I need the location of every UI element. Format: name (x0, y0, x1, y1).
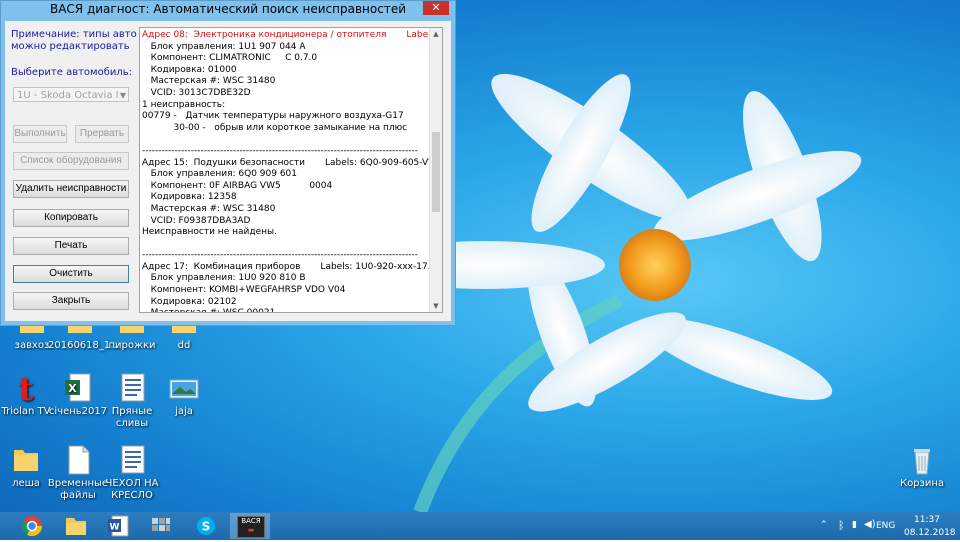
folder-icon (10, 444, 42, 476)
taskbar-app-grid[interactable] (140, 513, 180, 539)
log-line: Кодировка: 02102 (142, 296, 237, 307)
car-select-value: 1U - Skoda Octavia I (17, 90, 119, 101)
file-explorer-icon (66, 518, 86, 535)
desktop-icon-chehol[interactable]: ЧЕХОЛ НА КРЕСЛО (100, 444, 164, 502)
triolan-icon: t (10, 370, 42, 408)
svg-text:X: X (68, 382, 77, 395)
log-line: Кодировка: 12358 (142, 192, 237, 203)
taskbar-skype[interactable]: S (186, 513, 226, 539)
note-line-1: Примечание: типы авто (11, 29, 137, 40)
log-scrollbar[interactable]: ▲ ▼ (429, 28, 442, 312)
window-titlebar[interactable]: ВАСЯ диагност: Автоматический поиск неис… (1, 1, 455, 19)
stop-button[interactable]: Прервать (75, 125, 129, 143)
taskbar-vasya[interactable]: ВАСЯ ▬ (230, 513, 270, 539)
desktop-icon-recycle-bin[interactable]: Корзина (890, 444, 954, 490)
file-icon (62, 444, 94, 476)
chrome-icon (21, 516, 43, 537)
svg-text:S: S (202, 520, 211, 534)
window-client: Примечание: типы авто можно редактироват… (5, 21, 451, 321)
log-line: ----------------------------------------… (142, 250, 419, 261)
taskbar: W S ВАСЯ ▬ ⌃ ᛒ ▮ ◀) ENG 11:37 08.12.2018 (0, 512, 960, 540)
log-line: ----------------------------------------… (142, 145, 419, 156)
taskbar-chrome[interactable] (12, 513, 52, 539)
print-button[interactable]: Печать (13, 237, 129, 255)
log-line: Блок управления: 6Q0 909 601 (142, 169, 297, 180)
vasya-diagnostic-window: ВАСЯ диагност: Автоматический поиск неис… (0, 0, 456, 326)
log-line: Мастерская #: WSC 00021 (142, 308, 430, 312)
log-line: Неисправности не найдены. (142, 227, 277, 238)
taskbar-explorer[interactable] (56, 513, 96, 539)
recycle-bin-icon (906, 444, 938, 476)
log-line: Адрес 08: Электроника кондиционера / ото… (142, 30, 443, 40)
window-close-button[interactable]: ✕ (423, 1, 449, 15)
log-line: Блок управления: 1U0 920 810 B (142, 273, 306, 284)
log-line: Адрес 15: Подушки безопасности Labels: 6… (142, 157, 443, 168)
run-button[interactable]: Выполнить (13, 125, 67, 143)
app-grid-icon (152, 518, 170, 531)
desktop-icon-jaja[interactable]: jaja (152, 372, 216, 418)
close-button[interactable]: Закрыть (13, 292, 129, 310)
log-line: VCID: 3013C7DBE32D (142, 87, 251, 98)
clock-date[interactable]: 08.12.2018 (904, 528, 956, 538)
signal-icon[interactable]: ▮ (852, 520, 857, 530)
note-line-2: можно редактировать (11, 41, 130, 52)
word-doc-icon (116, 444, 148, 476)
taskbar-word[interactable]: W (98, 513, 138, 539)
log-line: Мастерская #: WSC 31480 (142, 203, 276, 214)
vasya-app-icon: ВАСЯ ▬ (237, 516, 265, 538)
copy-button[interactable]: Копировать (13, 209, 129, 227)
word-doc-icon (116, 372, 148, 404)
clock-time[interactable]: 11:37 (914, 515, 940, 525)
chevron-down-icon: ▼ (119, 91, 126, 100)
log-line: Компонент: KOMBI+WEGFAHRSP VDO V04 (142, 285, 346, 296)
skype-icon: S (197, 517, 215, 535)
results-log-text: Адрес 08: Электроника кондиционера / ото… (142, 30, 443, 312)
volume-icon[interactable]: ◀) (864, 519, 876, 530)
scroll-down-icon[interactable]: ▼ (430, 300, 442, 312)
svg-text:t: t (19, 372, 34, 404)
excel-icon: X (62, 372, 94, 404)
results-log[interactable]: Адрес 08: Электроника кондиционера / ото… (139, 27, 443, 313)
clear-button[interactable]: Очистить (13, 265, 129, 283)
tray-chevron-up-icon[interactable]: ⌃ (820, 520, 828, 530)
log-line: Компонент: CLIMATRONIC C 0.7.0 (142, 53, 318, 64)
car-select[interactable]: 1U - Skoda Octavia I ▼ (13, 87, 129, 102)
log-line: 1 неисправность: (142, 99, 226, 110)
log-line: 00779 - Датчик температуры наружного воз… (142, 111, 404, 122)
log-line: Мастерская #: WSC 31480 (142, 76, 276, 87)
log-line: Кодировка: 01000 (142, 64, 237, 75)
log-line: Адрес 17: Комбинация приборов Labels: 1U… (142, 261, 443, 272)
language-indicator[interactable]: ENG (876, 521, 895, 531)
bluetooth-icon[interactable]: ᛒ (838, 519, 845, 532)
svg-text:W: W (110, 523, 120, 533)
log-line: 30-00 - обрыв или короткое замыкание на … (142, 122, 408, 133)
log-line: Блок управления: 1U1 907 044 A (142, 41, 306, 52)
scroll-up-icon[interactable]: ▲ (430, 28, 442, 40)
equipment-list-button[interactable]: Список оборудования (13, 152, 129, 170)
image-icon (168, 372, 200, 404)
window-title: ВАСЯ диагност: Автоматический поиск неис… (49, 2, 406, 16)
log-line: VCID: F09387DBA3AD (142, 215, 251, 226)
word-icon: W (108, 515, 129, 537)
car-select-label: Выберите автомобиль: (11, 67, 133, 78)
delete-faults-button[interactable]: Удалить неисправности (13, 180, 129, 198)
log-line: Компонент: 0F AIRBAG VW5 0004 (142, 180, 333, 191)
scroll-thumb[interactable] (432, 132, 440, 212)
